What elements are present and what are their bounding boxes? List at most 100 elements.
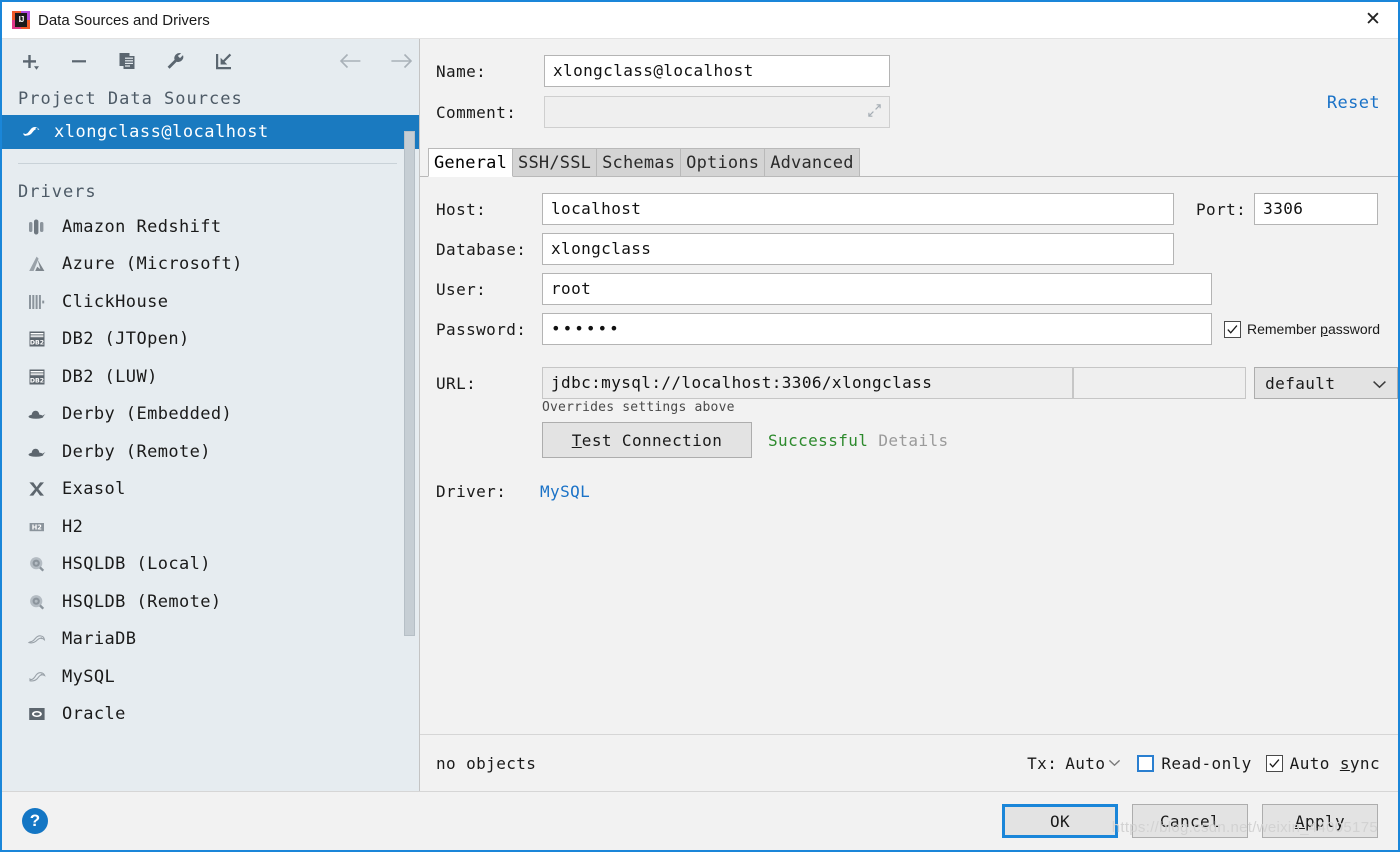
driver-item-label: MySQL bbox=[62, 666, 116, 687]
dialog-footer: ? OK Cancel Apply https://blog.csdn.net/… bbox=[2, 791, 1398, 850]
driver-item-label: Exasol bbox=[62, 479, 126, 500]
sidebar-divider bbox=[18, 163, 397, 164]
hsqldb-icon bbox=[24, 591, 50, 613]
driver-item-hsqldb-remote[interactable]: HSQLDB (Remote) bbox=[2, 583, 419, 621]
autosync-checkbox[interactable] bbox=[1265, 754, 1283, 772]
comment-input[interactable] bbox=[544, 96, 890, 128]
driver-item-exasol[interactable]: Exasol bbox=[2, 471, 419, 509]
host-label: Host: bbox=[436, 199, 487, 219]
apply-button[interactable]: Apply bbox=[1262, 804, 1378, 838]
svg-text:H2: H2 bbox=[32, 523, 43, 531]
readonly-checkbox[interactable] bbox=[1137, 754, 1155, 772]
clickhouse-icon bbox=[24, 291, 50, 313]
name-label: Name: bbox=[436, 61, 487, 81]
oracle-icon bbox=[24, 703, 50, 725]
drivers-list: Amazon Redshift Azure (Microsoft) ClickH… bbox=[2, 208, 419, 791]
arrow-right-icon[interactable] bbox=[383, 46, 419, 76]
sidebar-scrollbar[interactable] bbox=[404, 89, 415, 791]
comment-row: Comment: bbox=[420, 96, 1398, 128]
sidebar: Project Data Sources xlongclass@localhos… bbox=[2, 39, 420, 791]
project-data-sources-header: Project Data Sources bbox=[18, 89, 243, 109]
url-extra-segment[interactable] bbox=[1073, 367, 1247, 399]
sidebar-toolbar bbox=[2, 39, 419, 83]
copy-icon[interactable] bbox=[110, 46, 144, 76]
url-mode-dropdown[interactable]: default bbox=[1254, 367, 1399, 399]
driver-item-label: Derby (Remote) bbox=[62, 441, 211, 462]
driver-item-label: HSQLDB (Remote) bbox=[62, 591, 222, 612]
database-row: Database: xlongclass bbox=[420, 233, 1398, 265]
test-connection-button[interactable]: Test Connection bbox=[542, 422, 752, 458]
tx-value[interactable]: Auto bbox=[1065, 754, 1105, 773]
user-label: User: bbox=[436, 279, 487, 299]
url-input[interactable]: jdbc:mysql://localhost:3306/xlongclass bbox=[542, 367, 1074, 399]
add-button[interactable] bbox=[14, 46, 48, 76]
driver-item-h2[interactable]: H2 H2 bbox=[2, 508, 419, 546]
settings-tabs: General SSH/SSL Schemas Options Advanced bbox=[420, 147, 1398, 177]
driver-item-label: DB2 (LUW) bbox=[62, 366, 158, 387]
remember-password-label: Remember password bbox=[1247, 321, 1381, 337]
tab-schemas[interactable]: Schemas bbox=[596, 148, 682, 177]
tab-ssh-ssl[interactable]: SSH/SSL bbox=[512, 148, 598, 177]
sidebar-item-label: xlongclass@localhost bbox=[54, 122, 269, 142]
detail-header: Name: xlongclass@localhost Comment: Rese… bbox=[420, 39, 1398, 147]
driver-item-label: Azure (Microsoft) bbox=[62, 254, 243, 275]
url-hint: Overrides settings above bbox=[542, 400, 735, 415]
driver-item-db2-jtopen[interactable]: DB2 DB2 (JTOpen) bbox=[2, 321, 419, 359]
driver-item-label: HSQLDB (Local) bbox=[62, 554, 211, 575]
check-icon bbox=[1269, 758, 1280, 768]
driver-item-hsqldb-local[interactable]: HSQLDB (Local) bbox=[2, 546, 419, 584]
close-icon[interactable]: ✕ bbox=[1348, 2, 1398, 36]
chevron-down-icon[interactable] bbox=[1108, 756, 1121, 770]
sidebar-item-xlongclass-localhost[interactable]: xlongclass@localhost bbox=[2, 115, 419, 149]
title-bar: IJ Data Sources and Drivers ✕ bbox=[2, 2, 1398, 39]
driver-item-amazon-redshift[interactable]: Amazon Redshift bbox=[2, 208, 419, 246]
cancel-button[interactable]: Cancel bbox=[1132, 804, 1248, 838]
derby-hat-icon bbox=[24, 403, 50, 425]
driver-item-azure-microsoft[interactable]: Azure (Microsoft) bbox=[2, 246, 419, 284]
driver-item-label: MariaDB bbox=[62, 629, 137, 650]
scrollbar-thumb[interactable] bbox=[404, 131, 415, 636]
connection-details-link[interactable]: Details bbox=[878, 431, 948, 450]
azure-icon bbox=[24, 253, 50, 275]
driver-item-mysql[interactable]: MySQL bbox=[2, 658, 419, 696]
exasol-x-icon bbox=[24, 478, 50, 500]
tab-advanced[interactable]: Advanced bbox=[764, 148, 860, 177]
wrench-icon[interactable] bbox=[158, 46, 192, 76]
expand-icon[interactable] bbox=[866, 102, 883, 123]
autosync-label: Auto sync bbox=[1289, 753, 1380, 773]
port-input[interactable]: 3306 bbox=[1254, 193, 1379, 225]
database-input[interactable]: xlongclass bbox=[542, 233, 1174, 265]
driver-item-oracle[interactable]: Oracle bbox=[2, 696, 419, 734]
url-mode-value: default bbox=[1265, 373, 1336, 393]
dialog-body: Project Data Sources xlongclass@localhos… bbox=[2, 39, 1399, 791]
remove-button[interactable] bbox=[62, 46, 96, 76]
password-input[interactable]: •••••• bbox=[542, 313, 1212, 345]
driver-item-mariadb[interactable]: MariaDB bbox=[2, 621, 419, 659]
password-row: Password: •••••• Remember password bbox=[420, 313, 1398, 345]
help-button[interactable]: ? bbox=[22, 808, 48, 834]
driver-item-label: Derby (Embedded) bbox=[62, 404, 233, 425]
host-input[interactable]: localhost bbox=[542, 193, 1174, 225]
chevron-down-icon bbox=[1372, 374, 1387, 393]
tab-general[interactable]: General bbox=[428, 148, 514, 177]
import-arrow-icon[interactable] bbox=[206, 46, 240, 76]
arrow-left-icon[interactable] bbox=[333, 46, 369, 76]
driver-item-label: Amazon Redshift bbox=[62, 216, 222, 237]
check-icon bbox=[1227, 324, 1238, 334]
driver-item-derby-remote[interactable]: Derby (Remote) bbox=[2, 433, 419, 471]
driver-item-label: ClickHouse bbox=[62, 291, 169, 312]
drivers-header: Drivers bbox=[18, 182, 97, 202]
name-input[interactable]: xlongclass@localhost bbox=[544, 55, 890, 87]
driver-item-derby-embedded[interactable]: Derby (Embedded) bbox=[2, 396, 419, 434]
svg-text:DB2: DB2 bbox=[30, 377, 44, 384]
intellij-idea-icon: IJ bbox=[12, 11, 30, 29]
user-input[interactable]: root bbox=[542, 273, 1212, 305]
driver-item-db2-luw[interactable]: DB2 DB2 (LUW) bbox=[2, 358, 419, 396]
reset-link[interactable]: Reset bbox=[1327, 93, 1380, 113]
connection-status: Successful bbox=[768, 430, 869, 450]
tab-options[interactable]: Options bbox=[680, 148, 766, 177]
driver-item-clickhouse[interactable]: ClickHouse bbox=[2, 283, 419, 321]
ok-button[interactable]: OK bbox=[1002, 804, 1118, 838]
remember-password-checkbox[interactable] bbox=[1224, 320, 1241, 338]
driver-link[interactable]: MySQL bbox=[540, 482, 590, 501]
